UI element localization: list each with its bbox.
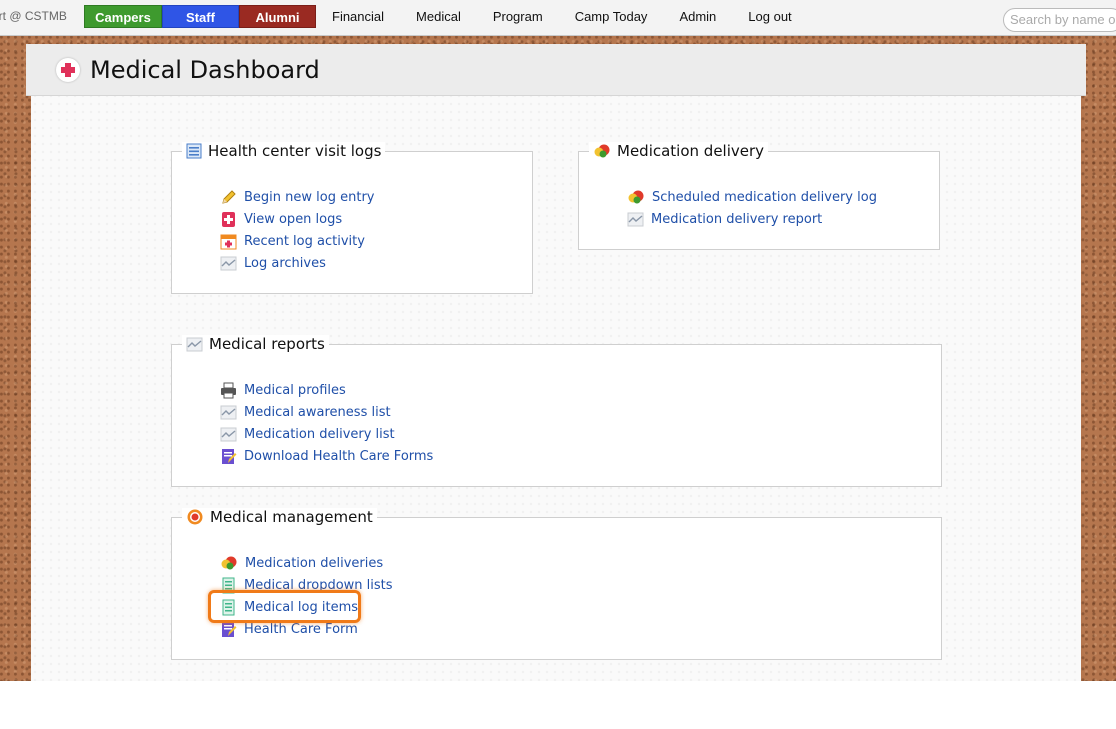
section-title: Medical reports: [209, 335, 325, 353]
link-log-archives[interactable]: Log archives: [220, 252, 374, 274]
pencil-icon: [222, 189, 236, 204]
section-medical-reports: Medical reports Medical profiles Medical…: [171, 335, 942, 487]
pills-icon: [221, 556, 237, 570]
tab-camp-today[interactable]: Camp Today: [559, 5, 664, 28]
pills-icon: [594, 144, 610, 158]
chart-line-icon: [220, 256, 237, 270]
section-medication-delivery: Medication delivery Scheduled medication…: [578, 142, 940, 250]
section-title: Health center visit logs: [208, 142, 382, 160]
tab-staff[interactable]: Staff: [162, 5, 239, 28]
page-header: Medical Dashboard: [26, 44, 1086, 96]
link-medical-dropdown-lists[interactable]: Medical dropdown lists: [220, 574, 393, 596]
logout-link[interactable]: Log out: [732, 5, 807, 28]
form-edit-icon: [222, 448, 237, 464]
form-edit-icon: [222, 621, 237, 637]
tab-financial[interactable]: Financial: [316, 5, 400, 28]
search-input[interactable]: Search by name or: [1003, 8, 1116, 32]
tab-campers[interactable]: Campers: [84, 5, 162, 28]
list-grid-icon: [222, 599, 235, 615]
tab-program[interactable]: Program: [477, 5, 559, 28]
link-medical-awareness-list[interactable]: Medical awareness list: [220, 401, 433, 423]
link-scheduled-medication-delivery-log[interactable]: Scheduled medication delivery log: [627, 186, 877, 208]
tab-medical[interactable]: Medical: [400, 5, 477, 28]
chart-line-icon: [220, 427, 237, 441]
link-download-health-care-forms[interactable]: Download Health Care Forms: [220, 445, 433, 467]
printer-icon: [221, 382, 236, 398]
main-nav: ort @ CSTMB Campers Staff Alumni Financi…: [0, 5, 808, 28]
link-medication-delivery-list[interactable]: Medication delivery list: [220, 423, 433, 445]
list-icon: [186, 143, 202, 159]
link-recent-log-activity[interactable]: Recent log activity: [220, 230, 374, 252]
link-begin-new-log-entry[interactable]: Begin new log entry: [220, 186, 374, 208]
chart-line-icon: [627, 212, 644, 226]
link-medication-deliveries[interactable]: Medication deliveries: [220, 552, 393, 574]
chart-line-icon: [186, 337, 203, 351]
link-health-care-form[interactable]: Health Care Form: [220, 618, 393, 640]
section-title: Medication delivery: [617, 142, 765, 160]
link-medication-delivery-report[interactable]: Medication delivery report: [627, 208, 877, 230]
section-visit-logs: Health center visit logs Begin new log e…: [171, 142, 533, 294]
link-view-open-logs[interactable]: View open logs: [220, 208, 374, 230]
link-medical-log-items[interactable]: Medical log items: [220, 596, 393, 618]
page-title: Medical Dashboard: [90, 56, 320, 84]
top-navigation-bar: ort @ CSTMB Campers Staff Alumni Financi…: [0, 0, 1116, 36]
tab-admin[interactable]: Admin: [663, 5, 732, 28]
chart-line-icon: [220, 405, 237, 419]
first-aid-icon: [222, 211, 235, 227]
brand-label: ort @ CSTMB: [0, 9, 67, 23]
calendar-cross-icon: [220, 234, 237, 249]
pills-icon: [628, 190, 644, 204]
tab-alumni[interactable]: Alumni: [239, 5, 316, 28]
section-title: Medical management: [210, 508, 373, 526]
section-medical-management: Medical management Medication deliveries…: [171, 508, 942, 660]
gear-icon: [187, 509, 203, 525]
list-grid-icon: [222, 577, 235, 593]
medical-cross-icon: [56, 58, 80, 82]
link-medical-profiles[interactable]: Medical profiles: [220, 379, 433, 401]
